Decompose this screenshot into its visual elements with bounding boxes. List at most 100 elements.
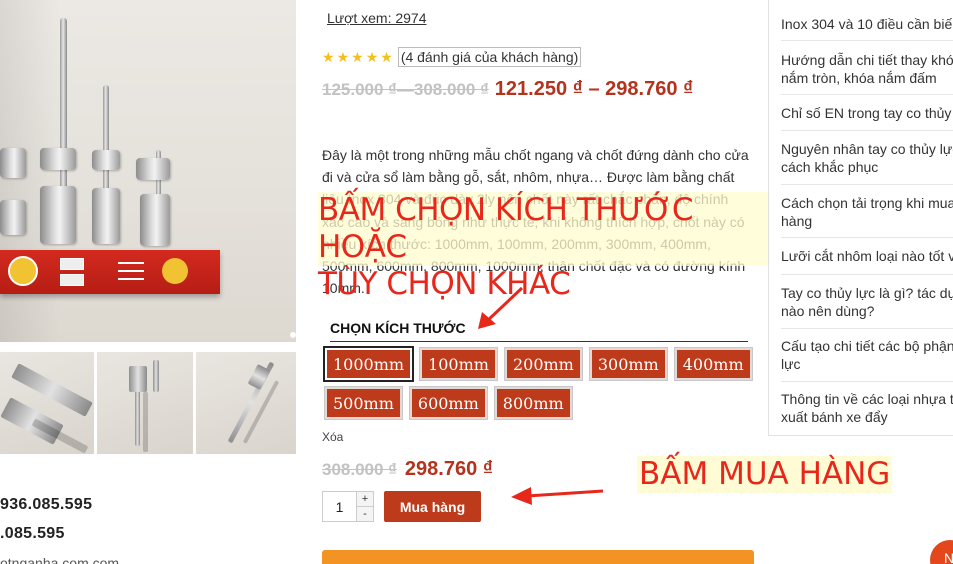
bolt-body [140,194,170,246]
star-icon: ★ [322,49,335,65]
sidebar-post-6[interactable]: Lưỡi cắt nhôm loại nào tốt v [781,247,953,265]
sidebar-post-title: Hướng dẫn chi tiết thay khó [781,52,953,68]
sidebar-post-title: cách khắc phục [781,159,879,175]
divider [781,94,953,95]
bolt-tool [153,360,159,392]
sale-price-range: 121.250 ₫ – 298.760 ₫ [494,78,694,100]
sidebar-post-3[interactable]: Chỉ số EN trong tay co thủy [781,104,953,122]
star-icon: ★ [336,49,350,65]
thumbnail-1[interactable] [0,352,94,454]
size-option-300mm[interactable]: 300mm [588,347,668,381]
add-to-cart-bar[interactable] [322,550,754,564]
divider [781,130,953,131]
bolt-tool [129,366,147,392]
quantity-plus-button[interactable]: + [357,492,373,507]
divider [781,381,953,382]
hotline-phone-2: .085.595 [0,525,65,542]
sidebar-post-title: nào nên dùng? [781,303,875,319]
price-range: 125.000 ₫—308.000 ₫ 121.250 ₫ – 298.760 … [322,78,693,101]
product-display-base [0,250,220,294]
old-price-range: 125.000 ₫—308.000 ₫ [322,80,489,99]
tool-shadow [143,392,148,452]
divider [781,328,953,329]
package-picture [60,258,84,270]
size-option-1000mm[interactable]: 1000mm [322,346,415,382]
website-text: otnganha.com.com [0,555,120,564]
sidebar-post-1[interactable]: Inox 304 và 10 điều cần biế [781,15,953,33]
bolt-bracket [0,148,26,178]
sidebar-post-7[interactable]: Tay co thủy lực là gì? tác dụ nào nên dù… [781,284,953,320]
floating-chat-button[interactable]: N [930,540,953,564]
star-icon: ★ [351,49,364,65]
product-main-image[interactable] [0,0,296,342]
sidebar-post-5[interactable]: Cách chọn tải trọng khi mua hàng [781,194,953,230]
sidebar-post-9[interactable]: Thông tin về các loại nhựa t xuất bánh x… [781,390,953,426]
size-instruction-annotation: BẤM CHỌN KÍCH THƯỚC HOẶC TÙY CHỌN KHÁC [318,192,778,303]
sidebar-post-title: Cấu tạo chi tiết các bộ phận [781,338,953,354]
bolt-bracket [92,150,120,170]
size-instruction-line-2: TÙY CHỌN KHÁC [318,266,571,302]
expand-dot-icon[interactable] [290,332,296,338]
buy-button[interactable]: Mua hàng [384,491,481,522]
related-posts-sidebar: Inox 304 và 10 điều cần biế Hướng dẫn ch… [768,0,953,436]
bolt-body [92,188,120,244]
size-options-row-2: 500mm 600mm 800mm [324,386,573,420]
quantity-steps: + - [357,492,373,521]
divider [781,237,953,238]
divider [781,184,953,185]
hotline-phone-1: 936.085.595 [0,496,93,513]
thumbnail-strip [0,352,296,454]
bolt-bracket [136,158,170,180]
arrow-icon [511,487,604,505]
sidebar-post-title: Inox 304 và 10 điều cần biế [781,16,953,32]
bolt-bracket [40,148,76,170]
sidebar-post-title: Lưỡi cắt nhôm loại nào tốt v [781,248,953,264]
package-stripe [118,262,144,264]
bolt-bracket [0,200,26,235]
emblem-icon [162,258,188,284]
variation-price: 308.000 ₫ 298.760 ₫ [322,458,493,481]
size-option-100mm[interactable]: 100mm [419,347,498,381]
sidebar-post-title: xuất bánh xe đẩy [781,409,888,425]
sidebar-post-title: Thông tin về các loại nhựa t [781,391,953,407]
package-stripe [118,278,144,280]
sidebar-post-title: Chỉ số EN trong tay co thủy [781,105,952,121]
size-option-200mm[interactable]: 200mm [503,347,583,381]
sidebar-post-title: Tay co thủy lực là gì? tác dụ [781,285,953,301]
divider [781,40,953,41]
size-selector-title: CHỌN KÍCH THƯỚC [330,320,748,342]
star-icon: ★ [380,49,393,65]
star-icon: ★ [365,49,379,65]
review-count-link[interactable]: (4 đánh giá của khách hàng) [397,47,582,67]
size-option-800mm[interactable]: 800mm [493,386,573,420]
brand-logo-icon [8,256,38,286]
sidebar-post-2[interactable]: Hướng dẫn chi tiết thay khó nắm tròn, kh… [781,51,953,87]
sidebar-post-title: lực [781,356,801,372]
variation-old-price: 308.000 ₫ [322,460,397,479]
sidebar-post-title: Nguyên nhân tay co thủy lực [781,141,953,157]
package-picture [60,274,84,286]
divider [781,274,953,275]
size-option-600mm[interactable]: 600mm [408,386,488,420]
package-stripe [118,270,144,272]
view-count-link[interactable]: Lượt xem: 2974 [327,10,427,26]
size-option-400mm[interactable]: 400mm [673,347,753,381]
buy-instruction-annotation: BẤM MUA HÀNG [637,456,893,493]
size-option-500mm[interactable]: 500mm [324,386,403,420]
size-options-row-1: 1000mm 100mm 200mm 300mm 400mm [322,346,753,382]
size-instruction-line-1: BẤM CHỌN KÍCH THƯỚC HOẶC [318,192,694,265]
clear-selection-link[interactable]: Xóa [322,430,343,444]
bolt-body [40,186,76,244]
variation-sale-price: 298.760 ₫ [404,458,494,480]
sidebar-post-8[interactable]: Cấu tạo chi tiết các bộ phận lực [781,337,953,373]
quantity-minus-button[interactable]: - [357,506,373,521]
sidebar-post-4[interactable]: Nguyên nhân tay co thủy lực cách khắc ph… [781,140,953,176]
thumbnail-2[interactable] [97,352,193,454]
quantity-stepper: 1 + - [322,491,374,522]
product-rating: ★ ★ ★ ★ ★ (4 đánh giá của khách hàng) [322,47,582,67]
quantity-input[interactable]: 1 [323,492,357,521]
sidebar-post-title: hàng [781,213,813,229]
sidebar-post-title: Cách chọn tải trọng khi mua [781,195,953,211]
sidebar-post-title: nắm tròn, khóa nắm đấm [781,70,937,86]
thumbnail-3[interactable] [196,352,296,454]
